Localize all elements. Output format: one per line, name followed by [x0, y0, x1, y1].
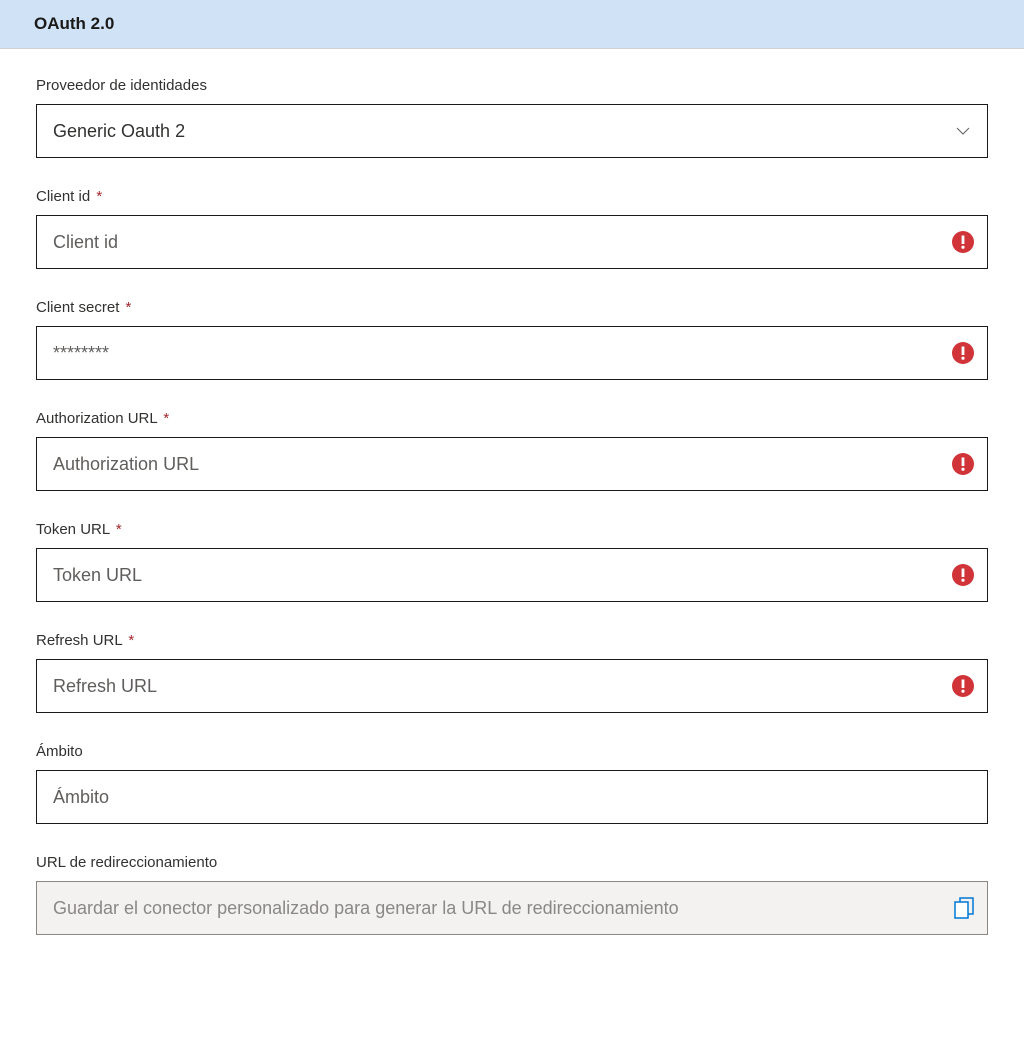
section-title: OAuth 2.0	[34, 14, 990, 34]
required-mark: *	[116, 521, 122, 538]
redirect-url-readonly: Guardar el conector personalizado para g…	[36, 881, 988, 935]
authorization-url-label-text: Authorization URL	[36, 410, 157, 427]
identity-provider-select-wrapper: Generic Oauth 2	[36, 104, 988, 158]
identity-provider-select[interactable]: Generic Oauth 2	[36, 104, 988, 158]
client-id-group: Client id *	[36, 188, 988, 269]
redirect-url-value: Guardar el conector personalizado para g…	[53, 898, 679, 919]
identity-provider-group: Proveedor de identidades Generic Oauth 2	[36, 77, 988, 158]
client-secret-input[interactable]	[36, 326, 988, 380]
token-url-wrapper	[36, 548, 988, 602]
copy-icon[interactable]	[954, 897, 974, 919]
required-mark: *	[128, 632, 134, 649]
scope-input[interactable]	[36, 770, 988, 824]
client-id-wrapper	[36, 215, 988, 269]
redirect-url-group: URL de redireccionamiento Guardar el con…	[36, 854, 988, 935]
refresh-url-input[interactable]	[36, 659, 988, 713]
redirect-url-label: URL de redireccionamiento	[36, 854, 988, 871]
client-secret-label-text: Client secret	[36, 299, 119, 316]
authorization-url-input[interactable]	[36, 437, 988, 491]
scope-group: Ámbito	[36, 743, 988, 824]
client-secret-group: Client secret *	[36, 299, 988, 380]
redirect-url-wrapper: Guardar el conector personalizado para g…	[36, 881, 988, 935]
authorization-url-group: Authorization URL *	[36, 410, 988, 491]
identity-provider-label: Proveedor de identidades	[36, 77, 988, 94]
token-url-label-text: Token URL	[36, 521, 110, 538]
refresh-url-label-text: Refresh URL	[36, 632, 122, 649]
required-mark: *	[96, 188, 102, 205]
scope-label: Ámbito	[36, 743, 988, 760]
refresh-url-label: Refresh URL *	[36, 632, 988, 649]
token-url-label: Token URL *	[36, 521, 988, 538]
client-id-input[interactable]	[36, 215, 988, 269]
scope-wrapper	[36, 770, 988, 824]
required-mark: *	[126, 299, 132, 316]
client-secret-label: Client secret *	[36, 299, 988, 316]
refresh-url-wrapper	[36, 659, 988, 713]
authorization-url-wrapper	[36, 437, 988, 491]
client-id-label-text: Client id	[36, 188, 90, 205]
section-header: OAuth 2.0	[0, 0, 1024, 49]
token-url-group: Token URL *	[36, 521, 988, 602]
oauth-form: Proveedor de identidades Generic Oauth 2…	[0, 49, 1024, 955]
client-id-label: Client id *	[36, 188, 988, 205]
required-mark: *	[163, 410, 169, 427]
token-url-input[interactable]	[36, 548, 988, 602]
identity-provider-value: Generic Oauth 2	[53, 121, 185, 142]
authorization-url-label: Authorization URL *	[36, 410, 988, 427]
client-secret-wrapper	[36, 326, 988, 380]
refresh-url-group: Refresh URL *	[36, 632, 988, 713]
